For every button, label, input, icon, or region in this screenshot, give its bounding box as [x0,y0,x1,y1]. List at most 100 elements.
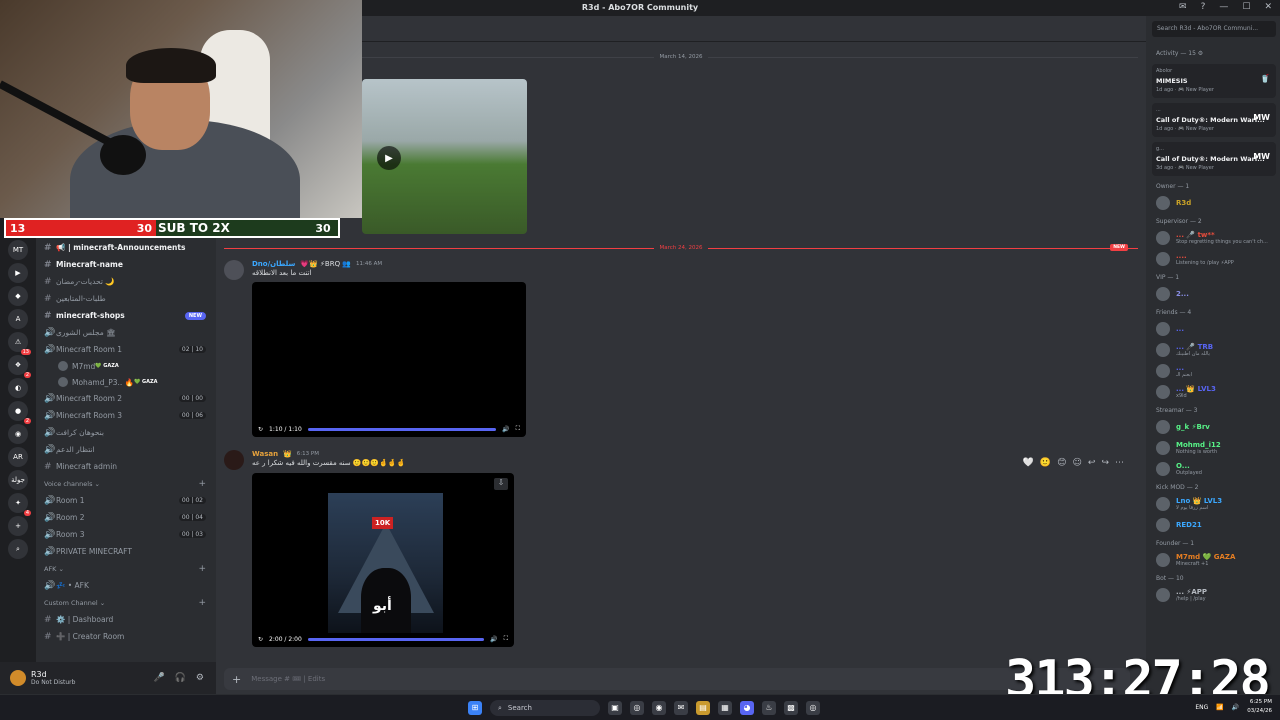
avatar[interactable] [224,450,244,470]
member-item[interactable]: ... 🎤 tw** Stop regretting things you can… [1156,228,1276,248]
channel-item[interactable]: 🔊 مجلس الشورى 🏛 [36,324,216,341]
channel-item[interactable]: # تحديات-رمضان 🌙 [36,273,216,290]
fullscreen-icon[interactable]: ⛶ [504,635,508,643]
reaction-heart-icon[interactable]: 🤍 [1023,458,1034,468]
video-progress[interactable] [307,637,485,641]
download-icon[interactable]: ⇩ [494,478,508,490]
help-icon[interactable]: ? [1201,2,1206,12]
server-icon[interactable]: MT [8,240,28,260]
channel-item[interactable]: 🔊 بنحوهان كرافت [36,424,216,441]
member-item[interactable]: g_k ⚡Brv [1156,417,1276,437]
server-icon[interactable]: ⌕ [8,539,28,559]
server-icon[interactable]: ● 2 [8,401,31,424]
member-item[interactable]: M7md 💚 GAZA Minecraft +1 [1156,550,1276,570]
channel-item[interactable]: 🔊 Room 2 00 | 04 [36,509,216,526]
channel-item[interactable]: # 📢 | minecraft-Announcements [36,239,216,256]
member-item[interactable]: Mohmd_i12 Nothing is worth [1156,438,1276,458]
forward-icon[interactable]: ↪ [1101,458,1109,468]
channel-item[interactable]: 🔊 Minecraft Room 3 00 | 06 [36,407,216,424]
add-channel-icon[interactable]: + [198,564,206,574]
server-icon[interactable]: A [8,309,28,329]
reaction-emoji-icon[interactable]: 🙂 [1040,458,1051,468]
volume-icon[interactable]: 🔊 [490,636,497,643]
message-input[interactable]: + Message # 🎟 | Edits [224,668,1130,690]
server-icon[interactable]: ⚠ 13 [8,332,31,355]
member-item[interactable]: ... ⚡APP/help | /play [1156,585,1276,605]
replay-icon[interactable]: ↻ [258,636,263,643]
minimize-button[interactable]: — [1219,2,1228,12]
member-item[interactable]: RED21 [1156,515,1276,535]
activity-card[interactable]: ... Call of Duty®: Modern Warf... 1d ago ·… [1152,103,1276,137]
channel-item[interactable]: 🔊 Room 3 00 | 03 [36,526,216,543]
reply-icon[interactable]: ↩ [1088,458,1096,468]
mic-icon[interactable]: 🎤 [153,673,164,683]
search-input[interactable]: Search R3d - Abo7OR Communi... [1152,21,1276,37]
server-icon[interactable]: AR [8,447,28,467]
server-icon[interactable]: ◆ [8,286,28,306]
maximize-button[interactable]: ☐ [1242,2,1250,12]
video-player[interactable]: 10K أبو ⇩ ↻ 2:00 / 2:00 🔊 ⛶ [252,473,514,647]
member-item[interactable]: R3d [1156,193,1276,213]
author-name[interactable]: Dno/سلطان [252,260,295,268]
server-icon[interactable]: ✦ 4 [8,493,31,516]
channel-item[interactable]: 🔊 PRIVATE MINECRAFT [36,543,216,560]
channel-item[interactable]: # ➕ | Creator Room [36,628,216,645]
member-item[interactable]: ... [1156,319,1276,339]
channel-item[interactable]: # Minecraft admin [36,458,216,475]
volume-icon[interactable]: 🔊 [1232,704,1239,711]
server-icon[interactable]: ❖ 2 [8,355,31,378]
server-icon[interactable]: ◐ [8,378,28,398]
voice-user[interactable]: M7md 💚 GAZA [36,358,216,374]
gear-icon[interactable]: ⚙ [196,673,204,683]
replay-icon[interactable]: ↻ [258,426,263,433]
steam-icon[interactable]: ♨ [762,701,776,715]
channel-item[interactable]: 🔊 Minecraft Room 2 00 | 00 [36,390,216,407]
channel-item[interactable]: 🔊 Room 1 00 | 02 [36,492,216,509]
add-channel-icon[interactable]: + [198,598,206,608]
member-item[interactable]: O... Outplayed [1156,459,1276,479]
member-item[interactable]: ... 👑 LVL3 x9ld [1156,382,1276,402]
channel-item[interactable]: # طلبات-المتابعين [36,290,216,307]
taskbar-search[interactable]: ⌕ Search [490,700,600,716]
member-item[interactable]: 2... [1156,284,1276,304]
chrome-icon[interactable]: ◉ [652,701,666,715]
fullscreen-icon[interactable]: ⛶ [516,425,520,433]
clock[interactable]: 6:25 PM 03/24/26 [1247,698,1272,716]
add-reaction-icon[interactable]: ☺ [1073,458,1082,468]
server-icon[interactable]: + [8,516,28,536]
member-item[interactable]: Lno 👑 LVL3 اسم زرقا يوم لا [1156,494,1276,514]
headphones-icon[interactable]: 🎧 [175,673,186,683]
channel-item[interactable]: 🔊 💤 • AFK [36,577,216,594]
channel-item[interactable]: # minecraft-shops NEW [36,307,216,324]
member-item[interactable]: ... 🎤 TRB يالله مان اطنينك [1156,340,1276,360]
close-button[interactable]: ✕ [1264,2,1272,12]
member-item[interactable]: .... Listening to /play ⚡APP [1156,249,1276,269]
attach-icon[interactable]: + [232,673,241,686]
discord-icon[interactable]: ◕ [740,701,754,715]
volume-icon[interactable]: 🔊 [502,426,509,433]
add-channel-icon[interactable]: + [198,479,206,489]
obs-icon[interactable]: ◎ [806,701,820,715]
lang-indicator[interactable]: ENG [1195,704,1208,711]
app-icon[interactable]: ✉ [674,701,688,715]
video-progress[interactable] [307,427,497,431]
server-icon[interactable]: جولة [8,470,28,490]
task-view-icon[interactable]: ▣ [608,701,622,715]
channel-item[interactable]: # ⚙️ | Dashboard [36,611,216,628]
avatar[interactable] [10,670,26,686]
server-icon[interactable]: ◉ [8,424,28,444]
store-icon[interactable]: ▦ [718,701,732,715]
widgets-icon[interactable]: ◎ [630,701,644,715]
folder-icon[interactable]: ▤ [696,701,710,715]
member-item[interactable]: ... ابعنم الـ [1156,361,1276,381]
wifi-icon[interactable]: 📶 [1216,704,1223,711]
channel-category[interactable]: AFK ⌄ + [36,560,216,577]
avatar[interactable] [224,260,244,280]
channel-category[interactable]: Voice channels ⌄ + [36,475,216,492]
play-icon[interactable]: ▶ [377,146,401,170]
author-name[interactable]: Wasan [252,450,278,458]
server-icon[interactable]: ▶ [8,263,28,283]
photos-icon[interactable]: ▩ [784,701,798,715]
channel-category[interactable]: Custom Channel ⌄ + [36,594,216,611]
inbox-icon[interactable]: ✉ [1179,2,1187,12]
